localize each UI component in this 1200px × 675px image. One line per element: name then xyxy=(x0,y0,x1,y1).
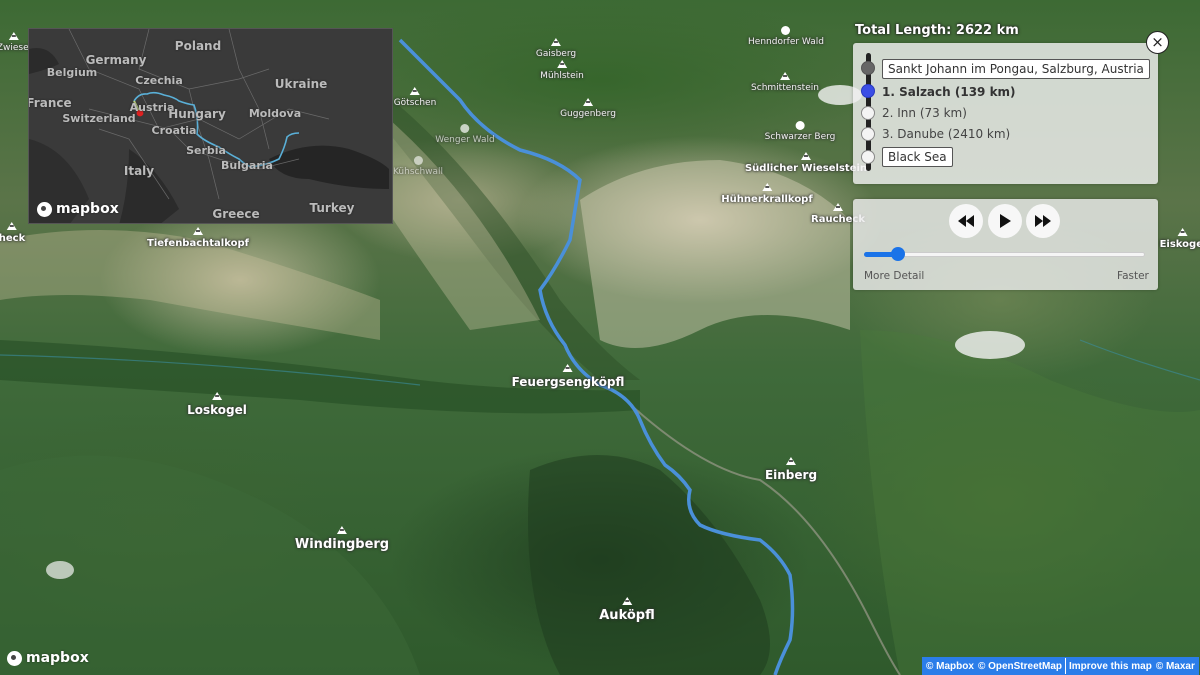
fast-forward-button[interactable] xyxy=(1026,204,1060,238)
cloud xyxy=(955,331,1025,359)
sea-shape xyxy=(119,149,179,223)
attribution-divider xyxy=(1065,658,1066,674)
fast-forward-icon xyxy=(1035,215,1051,227)
country-label: Switzerland xyxy=(62,112,136,125)
peak-label[interactable]: Windingberg xyxy=(295,526,389,552)
detail-speed-slider-thumb[interactable] xyxy=(890,247,905,261)
route-segment-dot-active[interactable] xyxy=(861,84,875,98)
peak-label[interactable]: Feuergsengköpfl xyxy=(512,364,624,389)
mapbox-logo-icon xyxy=(37,201,52,217)
mountain-peak-icon xyxy=(582,98,593,106)
mapbox-attribution-link[interactable]: © Mapbox xyxy=(924,661,976,672)
play-icon xyxy=(1000,214,1011,228)
slider-max-label: Faster xyxy=(1117,270,1149,282)
mountain-peak-icon xyxy=(556,60,567,68)
tree-icon xyxy=(460,124,470,133)
route-start-location[interactable]: Sankt Johann im Pongau, Salzburg, Austri… xyxy=(882,59,1150,79)
country-label: Greece xyxy=(212,207,260,221)
maxar-attribution-link[interactable]: © Maxar xyxy=(1154,661,1197,672)
play-button[interactable] xyxy=(988,204,1022,238)
slider-min-label: More Detail xyxy=(864,270,925,282)
valley-floor xyxy=(860,330,1200,675)
peak-label[interactable]: Mühlstein xyxy=(540,60,584,81)
mountain-peak-icon xyxy=(780,72,790,80)
rock-slope xyxy=(380,120,540,330)
route-segment-inn[interactable]: 2. Inn (73 km) xyxy=(882,106,967,120)
peak-label[interactable]: Südlicher Wieselstein xyxy=(745,152,867,174)
mountain-peak-icon xyxy=(192,227,203,235)
country-label: Czechia xyxy=(135,74,183,87)
mountain-peak-icon xyxy=(551,38,561,46)
minimap-terrain xyxy=(29,29,389,223)
osm-attribution-link[interactable]: © OpenStreetMap xyxy=(976,661,1064,672)
country-label: Ukraine xyxy=(274,77,328,91)
forest-label[interactable]: Henndorfer Wald xyxy=(748,26,824,47)
peak-label[interactable]: Eiskogel xyxy=(1160,228,1200,250)
mapbox-logo-icon xyxy=(7,650,22,666)
mountain-peak-icon xyxy=(563,364,573,372)
forest-label[interactable]: Wenger Wald xyxy=(435,124,495,145)
mountain-peak-icon xyxy=(6,222,17,230)
peak-label[interactable]: Loskogel xyxy=(187,392,247,417)
peak-label[interactable]: Auköpfl xyxy=(599,597,655,623)
mountain-peak-icon xyxy=(337,526,347,534)
country-label: France xyxy=(28,96,72,110)
overview-minimap[interactable]: Poland Germany Belgium Czechia France Au… xyxy=(28,28,393,224)
minimap-mapbox-logo[interactable]: mapbox xyxy=(37,201,119,217)
total-length-label: Total Length: 2622 km xyxy=(855,23,1019,38)
peak-label[interactable]: Hühnerkrallkopf xyxy=(721,183,813,205)
route-end-location[interactable]: Black Sea xyxy=(882,147,953,167)
country-label: Croatia xyxy=(151,124,197,137)
peak-label[interactable]: Götschen xyxy=(394,87,436,108)
mountain-peak-icon xyxy=(8,32,19,40)
country-label: Italy xyxy=(123,164,155,178)
mountain-peak-icon xyxy=(410,87,420,95)
country-label: Poland xyxy=(174,39,222,53)
attribution-bar: © Mapbox © OpenStreetMap Improve this ma… xyxy=(922,657,1199,675)
stream xyxy=(1079,339,1200,381)
close-icon: × xyxy=(1151,33,1164,51)
peak-label[interactable]: Guggenberg xyxy=(560,98,616,119)
mountain-peak-icon xyxy=(622,597,632,605)
tree-icon xyxy=(413,156,423,165)
rewind-button[interactable] xyxy=(949,204,983,238)
peak-label[interactable]: Zwiesel xyxy=(0,32,31,53)
peak-label[interactable]: Schmittenstein xyxy=(751,72,819,93)
country-label: Belgium xyxy=(46,66,98,79)
country-label: Serbia xyxy=(186,144,226,157)
tree-icon xyxy=(795,121,805,130)
country-label: Moldova xyxy=(248,107,302,120)
mountain-peak-icon xyxy=(1178,228,1188,236)
route-end-dot[interactable] xyxy=(861,150,875,164)
country-label: Germany xyxy=(85,53,147,67)
mountain-peak-icon xyxy=(761,183,772,191)
cloud xyxy=(46,561,74,579)
country-label: Bulgaria xyxy=(221,159,273,172)
mountain-peak-icon xyxy=(800,152,811,160)
rewind-icon xyxy=(958,215,974,227)
improve-map-link[interactable]: Improve this map xyxy=(1067,661,1154,672)
mountain-peak-icon xyxy=(832,203,843,211)
country-label: Hungary xyxy=(168,107,226,121)
mountain-peak-icon xyxy=(212,392,222,400)
peak-label[interactable]: Tiefenbachtalkopf xyxy=(147,227,249,249)
peak-label[interactable]: Einberg xyxy=(765,457,817,482)
peak-label[interactable]: Gaisberg xyxy=(536,38,576,59)
route-segment-dot[interactable] xyxy=(861,127,875,141)
route-start-dot[interactable] xyxy=(861,61,875,75)
peak-label[interactable]: heck xyxy=(0,222,25,244)
mountain-shadow xyxy=(528,455,770,675)
country-label: Turkey xyxy=(309,201,355,215)
detail-speed-slider-track[interactable] xyxy=(864,252,1145,257)
forest-label[interactable]: Schwarzer Berg xyxy=(765,121,835,142)
black-sea-shape xyxy=(269,145,389,189)
route-segment-danube[interactable]: 3. Danube (2410 km) xyxy=(882,127,1010,141)
close-button[interactable]: × xyxy=(1146,31,1169,54)
mapbox-logo[interactable]: mapbox xyxy=(7,650,89,666)
tree-icon xyxy=(781,26,791,35)
forest-label[interactable]: Kühschwall xyxy=(393,156,443,177)
mountain-peak-icon xyxy=(786,457,796,465)
route-segment-dot[interactable] xyxy=(861,106,875,120)
route-segment-salzach[interactable]: 1. Salzach (139 km) xyxy=(882,85,1016,99)
